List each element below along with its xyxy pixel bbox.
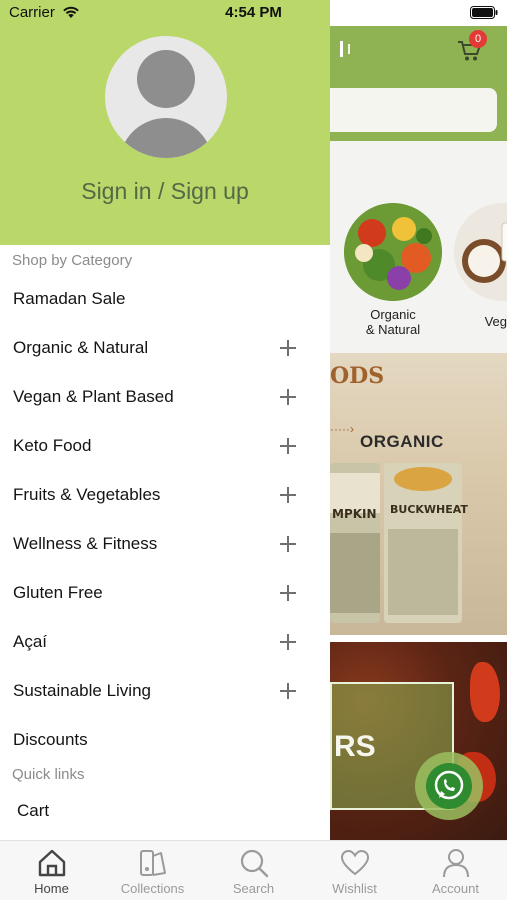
organic-banner[interactable]: ODS ·····› ORGANIC MPKIN BUCKWHEAT <box>330 353 507 635</box>
menu-item-gluten-free[interactable]: Gluten Free <box>0 568 330 617</box>
cart-count-badge: 0 <box>469 30 487 48</box>
menu-item-label: Fruits & Vegetables <box>13 485 161 504</box>
tab-collections[interactable]: Collections <box>102 841 203 900</box>
whatsapp-chat-button[interactable] <box>415 752 483 820</box>
menu-item-sustainable-living[interactable]: Sustainable Living <box>0 666 330 715</box>
menu-item-acai[interactable]: Açaí <box>0 617 330 666</box>
pack-label-buckwheat: BUCKWHEAT <box>390 503 468 516</box>
bottom-tab-bar: Home Collections Search Wishlist Account <box>0 840 507 900</box>
tab-label: Home <box>34 881 69 896</box>
search-icon <box>240 849 268 878</box>
shop-by-category-heading: Shop by Category <box>12 252 133 269</box>
menu-item-label: Ramadan Sale <box>13 289 126 308</box>
menu-item-label: Açaí <box>13 632 48 651</box>
menu-item-label: Discounts <box>13 730 88 749</box>
category-label-line1: Vegan <box>484 314 507 329</box>
tab-wishlist[interactable]: Wishlist <box>304 841 405 900</box>
category-tile-vegan[interactable]: Vegan <box>454 203 507 329</box>
expand-plus-icon[interactable] <box>280 340 296 356</box>
menu-item-organic-natural[interactable]: Organic & Natural <box>0 323 330 372</box>
tab-label: Collections <box>120 881 185 896</box>
account-icon <box>442 849 469 878</box>
quick-link-cart[interactable]: Cart <box>0 786 330 835</box>
expand-plus-icon[interactable] <box>280 536 296 552</box>
category-carousel: Organic & Natural Vegan <box>330 141 507 353</box>
home-icon <box>38 849 65 877</box>
category-image-coconut <box>454 203 507 301</box>
tab-label: Account <box>432 881 479 896</box>
status-bar: Carrier 4:54 PM <box>0 0 507 26</box>
whatsapp-icon <box>426 763 472 809</box>
category-image-vegetables <box>344 203 442 301</box>
collections-icon <box>139 850 166 876</box>
spices-banner-text: RS <box>334 730 376 763</box>
expand-plus-icon[interactable] <box>280 487 296 503</box>
expand-plus-icon[interactable] <box>280 683 296 699</box>
product-pack-pumpkin: MPKIN <box>330 463 380 623</box>
expand-plus-icon[interactable] <box>280 389 296 405</box>
app-header: 0 <box>330 26 507 141</box>
sign-in-link[interactable]: Sign in / Sign up <box>0 178 330 205</box>
menu-item-wellness-fitness[interactable]: Wellness & Fitness <box>0 519 330 568</box>
avatar[interactable] <box>105 36 227 158</box>
status-time: 4:54 PM <box>225 4 282 21</box>
home-page-background: 0 Organic & Natural Veg ODS ·····› ORGAN… <box>330 0 507 900</box>
menu-item-discounts[interactable]: Discounts <box>0 715 330 764</box>
expand-plus-icon[interactable] <box>280 585 296 601</box>
category-label-organic: Organic & Natural <box>344 307 442 337</box>
product-pack-buckwheat: BUCKWHEAT <box>384 463 468 623</box>
tab-label: Wishlist <box>332 881 377 896</box>
chili-shape <box>470 662 500 722</box>
menu-item-label: Gluten Free <box>13 583 103 602</box>
avatar-head-shape <box>137 50 195 108</box>
menu-item-label: Vegan & Plant Based <box>13 387 174 406</box>
drawer-header: Sign in / Sign up <box>0 0 330 245</box>
expand-plus-icon[interactable] <box>280 634 296 650</box>
quick-link-label: Cart <box>17 801 50 820</box>
menu-item-vegan-plant-based[interactable]: Vegan & Plant Based <box>0 372 330 421</box>
navigation-drawer: Sign in / Sign up Shop by Category Ramad… <box>0 0 330 840</box>
menu-item-fruits-vegetables[interactable]: Fruits & Vegetables <box>0 470 330 519</box>
expand-plus-icon[interactable] <box>280 438 296 454</box>
tab-search[interactable]: Search <box>203 841 304 900</box>
menu-item-label: Wellness & Fitness <box>13 534 158 553</box>
menu-item-ramadan-sale[interactable]: Ramadan Sale <box>0 274 330 323</box>
logo-fragment <box>340 41 350 57</box>
category-tile-organic[interactable]: Organic & Natural <box>344 203 442 337</box>
banner-subtitle: ORGANIC <box>360 432 444 451</box>
menu-item-label: Organic & Natural <box>13 338 149 357</box>
category-label-line1: Organic <box>370 307 416 322</box>
menu-item-keto-food[interactable]: Keto Food <box>0 421 330 470</box>
tab-label: Search <box>232 881 275 896</box>
category-label-line2: & Natural <box>365 322 421 337</box>
tab-account[interactable]: Account <box>405 841 506 900</box>
menu-item-label: Sustainable Living <box>13 681 151 700</box>
menu-item-label: Keto Food <box>13 436 92 455</box>
tab-home[interactable]: Home <box>1 841 102 900</box>
spices-banner[interactable]: RS <box>330 642 507 842</box>
pack-label-pumpkin: MPKIN <box>332 507 377 521</box>
category-label-vegan: Vegan <box>454 314 507 329</box>
heart-icon <box>340 849 369 876</box>
battery-icon <box>470 6 498 19</box>
banner-title: ODS <box>330 363 385 389</box>
quick-links-heading: Quick links <box>12 766 85 783</box>
avatar-body-shape <box>119 118 213 158</box>
dotted-arrow-icon: ·····› <box>330 422 354 436</box>
search-bar[interactable] <box>330 88 497 132</box>
